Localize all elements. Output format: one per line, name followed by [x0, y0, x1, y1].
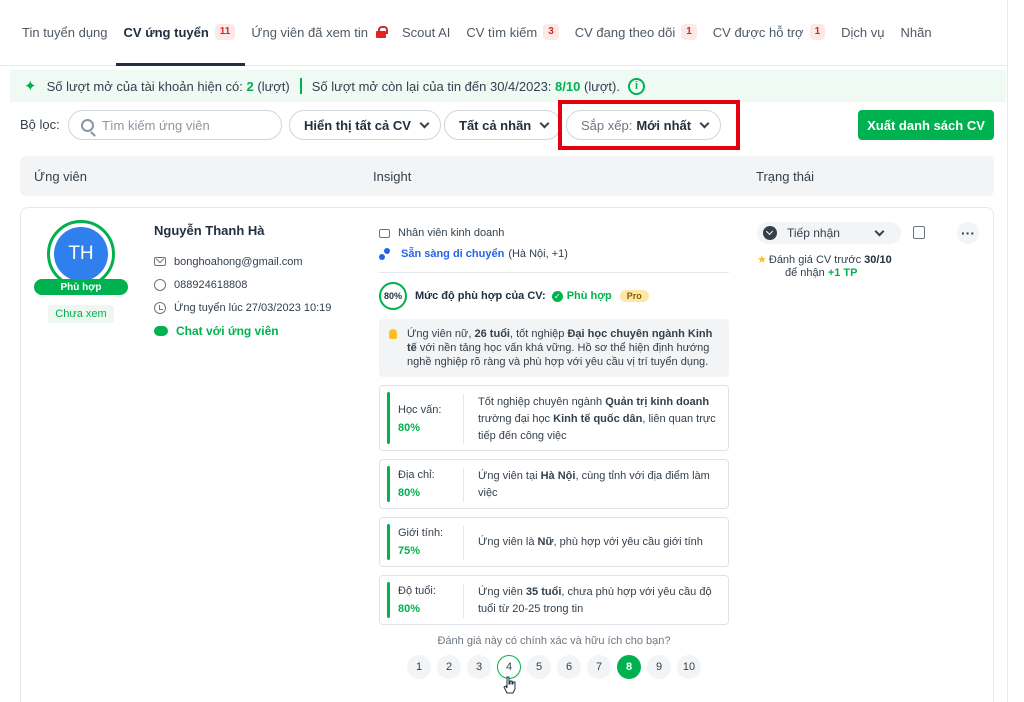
tab-tags[interactable]: Nhãn [900, 0, 931, 65]
export-cv-button[interactable]: Xuất danh sách CV [858, 110, 994, 140]
clock-icon [154, 301, 166, 314]
pro-badge: Pro [619, 290, 649, 302]
show-all-cv-dropdown[interactable]: Hiển thị tất cả CV [289, 110, 441, 140]
chevron-down-icon [874, 226, 885, 236]
table-header: Ứng viên Insight Trạng thái [20, 156, 994, 196]
applied-row: Ứng tuyển lúc 27/03/2023 10:19 [154, 296, 331, 319]
app-frame: Tin tuyển dụng CV ứng tuyển 11 Ứng viên đ… [0, 0, 1008, 702]
criterion-bar [387, 466, 390, 502]
criterion-detail: Tốt nghiệp chuyên ngành Quản trị kinh do… [478, 396, 716, 442]
tab-searched-cv[interactable]: CV tìm kiếm 3 [466, 0, 559, 65]
count-badge: 1 [809, 24, 826, 40]
star-icon: ★ [757, 254, 767, 266]
avatar[interactable]: TH [54, 227, 108, 281]
rating-8[interactable]: 8 [617, 655, 641, 679]
tab-supported-cv[interactable]: CV được hỗ trợ 1 [713, 0, 826, 65]
count-badge: 3 [543, 24, 559, 40]
filter-bar: Bộ lọc: Hiển thị tất cả CV Tất cả nhãn S… [20, 100, 1000, 150]
status-panel: Tiếp nhận ··· ★ Đánh giá CV trước 30/10 đ… [757, 222, 979, 280]
check-icon: ✓ [551, 290, 563, 302]
criterion-gender: Giới tính: 75% Ứng viên là Nữ, phù hợp v… [379, 517, 729, 567]
divider [379, 272, 729, 273]
match-badge: Phù hợp [34, 279, 128, 295]
tab-scout-ai[interactable]: Scout AI [402, 0, 450, 65]
lightbulb-icon [389, 329, 397, 339]
criterion-bar [387, 524, 390, 560]
divider [463, 526, 464, 560]
tab-services[interactable]: Dịch vụ [841, 0, 884, 65]
email-row: bonghoahong@gmail.com [154, 250, 331, 273]
search-box[interactable] [68, 110, 282, 140]
phone-icon [154, 278, 166, 291]
count-badge: 11 [214, 24, 236, 40]
relocation-row: Sẵn sàng di chuyển (Hà Nội, +1) [379, 243, 729, 265]
criterion-detail: Ứng viên tại Hà Nội, cùng tỉnh với địa đ… [478, 470, 710, 499]
criterion-education: Học vấn: 80% Tốt nghiệp chuyên ngành Quả… [379, 385, 729, 451]
divider [463, 584, 464, 618]
download-icon [763, 226, 777, 240]
chat-link[interactable]: Chat với ứng viên [154, 319, 331, 342]
tab-following-cv[interactable]: CV đang theo dõi 1 [575, 0, 697, 65]
divider [463, 468, 464, 502]
rate-cv-reward: ★ Đánh giá CV trước 30/10 để nhận +1 TP [757, 254, 892, 279]
insight-panel: Nhân viên kinh doanh Sẵn sàng di chuyển(… [379, 223, 729, 679]
search-icon [81, 118, 94, 132]
count-badge: 1 [681, 24, 697, 40]
tags-dropdown[interactable]: Tất cả nhãn [444, 110, 562, 140]
ai-summary: Ứng viên nữ, 26 tuổi, tốt nghiệp Đại học… [379, 319, 729, 377]
hand-cursor-icon [503, 676, 516, 694]
tab-applied-cv[interactable]: CV ứng tuyển 11 [115, 0, 246, 66]
tab-job-posts[interactable]: Tin tuyển dụng [22, 0, 108, 65]
job-title-row: Nhân viên kinh doanh [379, 223, 729, 243]
criterion-bar [387, 392, 390, 444]
chat-icon [154, 325, 168, 336]
divider [463, 394, 464, 444]
fit-percent: 80% [379, 282, 407, 310]
rating-1[interactable]: 1 [407, 655, 431, 679]
criterion-address: Địa chỉ: 80% Ứng viên tại Hà Nội, cùng t… [379, 459, 729, 509]
rating-10[interactable]: 10 [677, 655, 701, 679]
criterion-bar [387, 582, 390, 618]
fit-value: ✓ Phù hợp [551, 290, 612, 302]
route-icon [379, 248, 391, 260]
briefcase-icon [379, 228, 390, 238]
criterion-detail: Ứng viên là Nữ, phù hợp với yêu cầu giới… [478, 536, 703, 548]
criterion-age: Độ tuổi: 80% Ứng viên 35 tuổi, chưa phù … [379, 575, 729, 625]
quota-notice: ✦ Số lượt mở của tài khoản hiện có: 2 (l… [10, 70, 1006, 102]
chevron-down-icon [419, 118, 430, 128]
tab-bar: Tin tuyển dụng CV ứng tuyển 11 Ứng viên đ… [0, 0, 1008, 66]
phone-row: 088924618808 [154, 273, 331, 296]
chevron-down-icon [539, 118, 550, 128]
rating-scale: 1 2 3 4 5 6 7 8 9 10 [379, 655, 729, 679]
highlight-box [558, 100, 740, 150]
rating-5[interactable]: 5 [527, 655, 551, 679]
sparkle-icon: ✦ [24, 78, 37, 95]
seen-status-badge: Chưa xem [48, 305, 114, 323]
fit-score-row: 80% Mức độ phù hợp của CV: ✓ Phù hợp Pro [379, 281, 729, 311]
tab-viewed-candidates[interactable]: Ứng viên đã xem tin [251, 0, 388, 65]
rating-2[interactable]: 2 [437, 655, 461, 679]
candidate-card: TH Phù hợp Chưa xem Nguyễn Thanh Hà bong… [20, 207, 994, 702]
column-header-candidate: Ứng viên [34, 169, 88, 184]
feedback-question: Đánh giá này có chính xác và hữu ích cho… [437, 635, 671, 647]
candidate-info: Nguyễn Thanh Hà bonghoahong@gmail.com 08… [154, 223, 331, 342]
candidate-name[interactable]: Nguyễn Thanh Hà [154, 223, 331, 238]
mail-icon [154, 257, 166, 266]
status-dropdown[interactable]: Tiếp nhận [757, 222, 901, 244]
filter-label: Bộ lọc: [20, 117, 60, 132]
divider [299, 78, 302, 94]
lock-icon [375, 26, 388, 38]
criterion-detail: Ứng viên 35 tuổi, chưa phù hợp với yêu c… [478, 586, 712, 615]
more-options-icon[interactable]: ··· [957, 222, 979, 244]
rating-6[interactable]: 6 [557, 655, 581, 679]
rating-9[interactable]: 9 [647, 655, 671, 679]
rating-3[interactable]: 3 [467, 655, 491, 679]
search-input[interactable] [102, 117, 262, 133]
note-icon[interactable] [913, 226, 925, 239]
column-header-status: Trạng thái [756, 169, 815, 184]
rating-7[interactable]: 7 [587, 655, 611, 679]
column-header-insight: Insight [373, 169, 412, 184]
info-icon[interactable]: i [627, 77, 645, 95]
